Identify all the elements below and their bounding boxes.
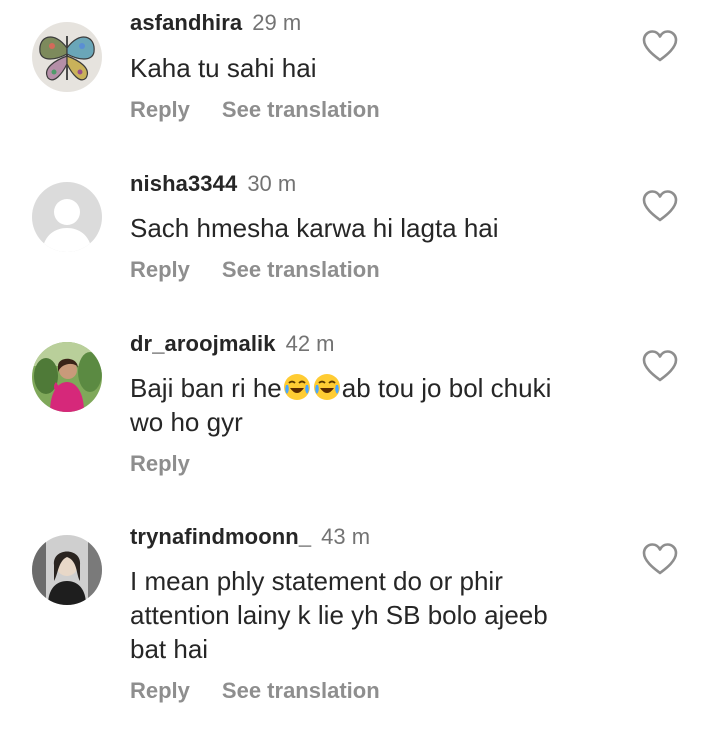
like-button[interactable] xyxy=(641,29,679,63)
see-translation-button[interactable]: See translation xyxy=(222,678,380,703)
username[interactable]: nisha3344 xyxy=(130,171,237,196)
timestamp: 29 m xyxy=(252,10,302,35)
comment-text-part: I mean phly statement do or phir xyxy=(130,566,503,596)
comment-actions: Reply See translation xyxy=(130,96,380,124)
photo-avatar-icon xyxy=(32,535,102,605)
photo-avatar-icon xyxy=(32,342,102,412)
heart-outline-icon xyxy=(642,350,678,382)
comment-meta: trynafindmoonn_ 43 m xyxy=(130,523,370,551)
comment-text: Kaha tu sahi hai xyxy=(130,53,317,83)
see-translation-button[interactable]: See translation xyxy=(222,97,380,122)
reply-button[interactable]: Reply xyxy=(130,451,190,476)
comment-meta: asfandhira 29 m xyxy=(130,9,301,37)
comment-text-part: Baji ban ri he xyxy=(130,373,282,403)
like-button[interactable] xyxy=(641,189,679,223)
comment-text-part: attention lainy k lie yh SB bolo ajeeb xyxy=(130,600,548,630)
comment-text-part: wo ho gyr xyxy=(130,407,243,437)
default-user-avatar-icon xyxy=(32,182,102,252)
avatar[interactable] xyxy=(32,535,102,605)
comment-item: asfandhira 29 m Kaha tu sahi hai Reply See… xyxy=(0,0,720,150)
avatar[interactable] xyxy=(32,342,102,412)
username[interactable]: asfandhira xyxy=(130,10,242,35)
timestamp: 43 m xyxy=(321,524,371,549)
comment-actions: Reply See translation xyxy=(130,677,380,705)
heart-outline-icon xyxy=(642,543,678,575)
reply-button[interactable]: Reply xyxy=(130,257,190,282)
see-translation-button[interactable]: See translation xyxy=(222,257,380,282)
comment-actions: Reply See translation xyxy=(130,256,380,284)
like-button[interactable] xyxy=(641,349,679,383)
reply-button[interactable]: Reply xyxy=(130,678,190,703)
laughing-emoji-icon xyxy=(283,374,310,400)
comment-text-part: bat hai xyxy=(130,634,209,664)
comment-meta: dr_aroojmalik 42 m xyxy=(130,330,335,358)
comment-item: dr_aroojmalik 42 m Baji ban ri he ab tou j… xyxy=(0,320,720,500)
timestamp: 42 m xyxy=(285,331,335,356)
like-button[interactable] xyxy=(641,542,679,576)
heart-outline-icon xyxy=(642,190,678,222)
comment-meta: nisha3344 30 m xyxy=(130,170,296,198)
username[interactable]: dr_aroojmalik xyxy=(130,331,276,356)
comment-item: nisha3344 30 m Sach hmesha karwa hi lagta… xyxy=(0,160,720,310)
comment-item: trynafindmoonn_ 43 m I mean phly statemen… xyxy=(0,513,720,738)
avatar[interactable] xyxy=(32,22,102,92)
heart-outline-icon xyxy=(642,30,678,62)
comment-text: I mean phly statement do or phir attenti… xyxy=(130,564,650,666)
reply-button[interactable]: Reply xyxy=(130,97,190,122)
username[interactable]: trynafindmoonn_ xyxy=(130,524,311,549)
laughing-emoji-icon xyxy=(313,374,340,400)
timestamp: 30 m xyxy=(247,171,297,196)
butterfly-avatar-icon xyxy=(32,22,102,92)
avatar[interactable] xyxy=(32,182,102,252)
comment-text-part: ab tou jo bol chuki xyxy=(341,373,552,403)
comment-text: Sach hmesha karwa hi lagta hai xyxy=(130,213,499,243)
comment-actions: Reply xyxy=(130,450,190,478)
comment-text: Baji ban ri he ab tou jo bol chuki wo ho … xyxy=(130,371,630,439)
